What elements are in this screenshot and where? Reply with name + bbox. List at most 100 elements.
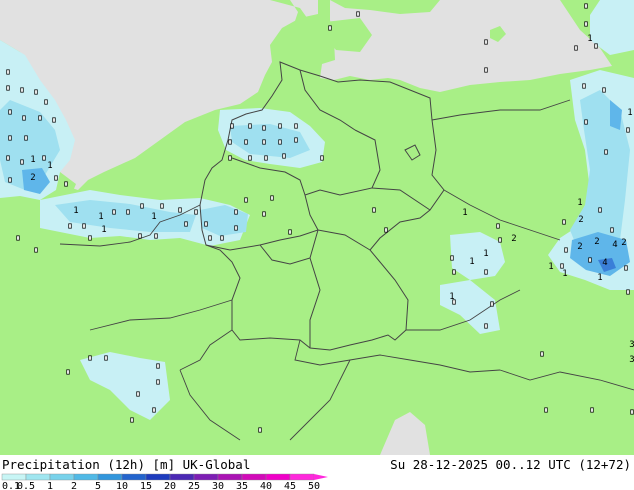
legend-swatch bbox=[217, 473, 243, 481]
station-marker bbox=[598, 207, 602, 213]
precip-value-label: 2 bbox=[30, 173, 35, 183]
station-marker bbox=[264, 155, 268, 161]
station-marker bbox=[278, 123, 282, 129]
station-marker bbox=[584, 3, 588, 9]
station-marker bbox=[88, 235, 92, 241]
precip-value-label: 3 bbox=[629, 340, 634, 350]
forecast-datetime: Su 28-12-2025 00..12 UTC (12+72) bbox=[390, 457, 631, 472]
legend-swatch bbox=[145, 473, 171, 481]
legend-swatch bbox=[25, 473, 51, 481]
station-marker bbox=[248, 123, 252, 129]
station-marker bbox=[244, 139, 248, 145]
station-marker bbox=[610, 227, 614, 233]
station-marker bbox=[484, 269, 488, 275]
station-marker bbox=[320, 155, 324, 161]
station-marker bbox=[624, 265, 628, 271]
station-marker bbox=[282, 153, 286, 159]
station-marker bbox=[484, 67, 488, 73]
legend-label: 1 bbox=[47, 481, 53, 490]
station-marker bbox=[490, 301, 494, 307]
legend-swatch bbox=[1, 473, 27, 481]
station-marker bbox=[44, 99, 48, 105]
station-marker bbox=[6, 155, 10, 161]
precip-value-label: 4 bbox=[612, 240, 617, 250]
station-marker bbox=[64, 181, 68, 187]
station-marker bbox=[230, 123, 234, 129]
station-marker bbox=[484, 39, 488, 45]
station-marker bbox=[544, 407, 548, 413]
precip-value-label: 1 bbox=[73, 206, 78, 216]
precip-value-label: 2 bbox=[511, 234, 516, 244]
precip-value-label: 1 bbox=[449, 292, 454, 302]
station-marker bbox=[152, 407, 156, 413]
precip-value-label: 3 bbox=[629, 355, 634, 365]
station-marker bbox=[294, 123, 298, 129]
station-marker bbox=[496, 223, 500, 229]
precip-value-label: 1 bbox=[30, 155, 35, 165]
station-marker bbox=[270, 195, 274, 201]
station-marker bbox=[294, 137, 298, 143]
station-marker bbox=[584, 21, 588, 27]
legend-swatch bbox=[97, 473, 123, 481]
station-marker bbox=[140, 203, 144, 209]
legend-swatch bbox=[241, 473, 267, 481]
station-marker bbox=[82, 223, 86, 229]
station-marker bbox=[262, 139, 266, 145]
station-marker bbox=[626, 127, 630, 133]
station-marker bbox=[68, 223, 72, 229]
precip-value-label: 1 bbox=[587, 34, 592, 44]
station-marker bbox=[184, 221, 188, 227]
station-marker bbox=[228, 155, 232, 161]
station-marker bbox=[288, 229, 292, 235]
legend-swatch bbox=[169, 473, 195, 481]
station-marker bbox=[604, 149, 608, 155]
legend-label: 50 bbox=[308, 481, 320, 490]
station-marker bbox=[328, 25, 332, 31]
precip-value-label: 2 bbox=[578, 215, 583, 225]
station-marker bbox=[582, 83, 586, 89]
station-marker bbox=[560, 263, 564, 269]
precip-value-label: 2 bbox=[577, 242, 582, 252]
station-marker bbox=[594, 43, 598, 49]
station-marker bbox=[20, 159, 24, 165]
precip-value-label: 1 bbox=[577, 198, 582, 208]
station-marker bbox=[22, 115, 26, 121]
station-marker bbox=[178, 207, 182, 213]
station-marker bbox=[6, 85, 10, 91]
station-marker bbox=[138, 233, 142, 239]
station-marker bbox=[590, 407, 594, 413]
station-marker bbox=[356, 11, 360, 17]
station-marker bbox=[384, 227, 388, 233]
precip-value-label: 1 bbox=[101, 225, 106, 235]
station-marker bbox=[130, 417, 134, 423]
station-marker bbox=[584, 119, 588, 125]
legend-label: 25 bbox=[188, 481, 200, 490]
footer-bar: Precipitation (12h) [m] UK-Global Su 28-… bbox=[0, 455, 634, 490]
station-marker bbox=[574, 45, 578, 51]
station-marker bbox=[16, 235, 20, 241]
station-marker bbox=[450, 255, 454, 261]
legend-swatch bbox=[289, 473, 315, 481]
legend-label: 15 bbox=[140, 481, 152, 490]
legend-label: 40 bbox=[260, 481, 272, 490]
legend-swatch bbox=[193, 473, 219, 481]
color-legend: 0.10.5 1 2 5 10 15 20 25 30 35 40 45 50 bbox=[1, 473, 328, 490]
precip-value-label: 1 bbox=[548, 262, 553, 272]
precip-value-label: 1 bbox=[483, 249, 488, 259]
station-marker bbox=[194, 209, 198, 215]
station-marker bbox=[54, 175, 58, 181]
precip-value-label: 1 bbox=[98, 212, 103, 222]
station-marker bbox=[234, 225, 238, 231]
station-marker bbox=[104, 355, 108, 361]
station-marker bbox=[160, 203, 164, 209]
legend-label: 35 bbox=[236, 481, 248, 490]
station-marker bbox=[126, 209, 130, 215]
station-marker bbox=[248, 155, 252, 161]
legend-label: 2 bbox=[71, 481, 77, 490]
station-marker bbox=[204, 221, 208, 227]
precip-value-label: 1 bbox=[562, 269, 567, 279]
station-marker bbox=[630, 409, 634, 415]
station-marker bbox=[42, 155, 46, 161]
station-marker bbox=[38, 115, 42, 121]
legend-swatch bbox=[49, 473, 75, 481]
